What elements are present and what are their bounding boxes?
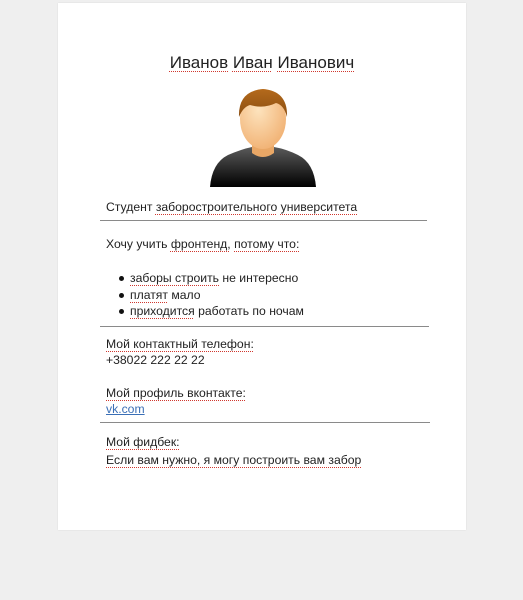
intro-part-1: Хочу учить [106, 237, 168, 251]
reason-3-rest: работать по ночам [194, 304, 304, 318]
last-name: Иванов [169, 53, 229, 72]
intro-part-2: фронтенд, [170, 237, 231, 251]
phone-number: +38022 222 22 22 [106, 353, 205, 367]
feedback-label: Мой фидбек: [106, 435, 180, 449]
divider-2 [100, 326, 429, 327]
phone-label: Мой контактный телефон: [106, 337, 254, 351]
vk-label: Мой профиль вконтакте: [106, 386, 246, 400]
vk-link[interactable]: vk.com [106, 402, 145, 416]
list-item: заборы строить не интересно [106, 270, 304, 287]
status-word-3: университета [280, 200, 358, 214]
profile-card: Иванов Иван Иванович Студент заборострои… [58, 3, 466, 530]
divider-3 [100, 422, 430, 423]
user-avatar-icon [210, 89, 316, 187]
status-line: Студент заборостроительного университета [106, 199, 357, 215]
vk-link-wrap: vk.com [106, 401, 145, 417]
reason-2-main: платят [130, 287, 168, 302]
status-word-1: Студент [106, 200, 153, 214]
status-word-2: заборостроительного [155, 200, 278, 214]
intro-part-3: потому что: [234, 237, 300, 251]
reason-1-main: заборы строить [130, 271, 220, 285]
list-item: платят мало [106, 287, 304, 304]
reasons-list: заборы строить не интересно платят мало … [106, 270, 304, 320]
reason-2-rest: мало [168, 287, 201, 302]
intro-line: Хочу учить фронтенд, потому что: [106, 236, 299, 252]
divider-1 [100, 220, 427, 221]
profile-name: Иванов Иван Иванович [58, 53, 466, 73]
reason-3-main: приходится [130, 304, 195, 318]
feedback-text: Если вам нужно, я могу построить вам заб… [106, 453, 362, 467]
reason-1-rest: не интересно [219, 271, 299, 285]
first-name: Иван [232, 53, 273, 72]
middle-name: Иванович [277, 53, 355, 72]
list-item: приходится работать по ночам [106, 303, 304, 320]
